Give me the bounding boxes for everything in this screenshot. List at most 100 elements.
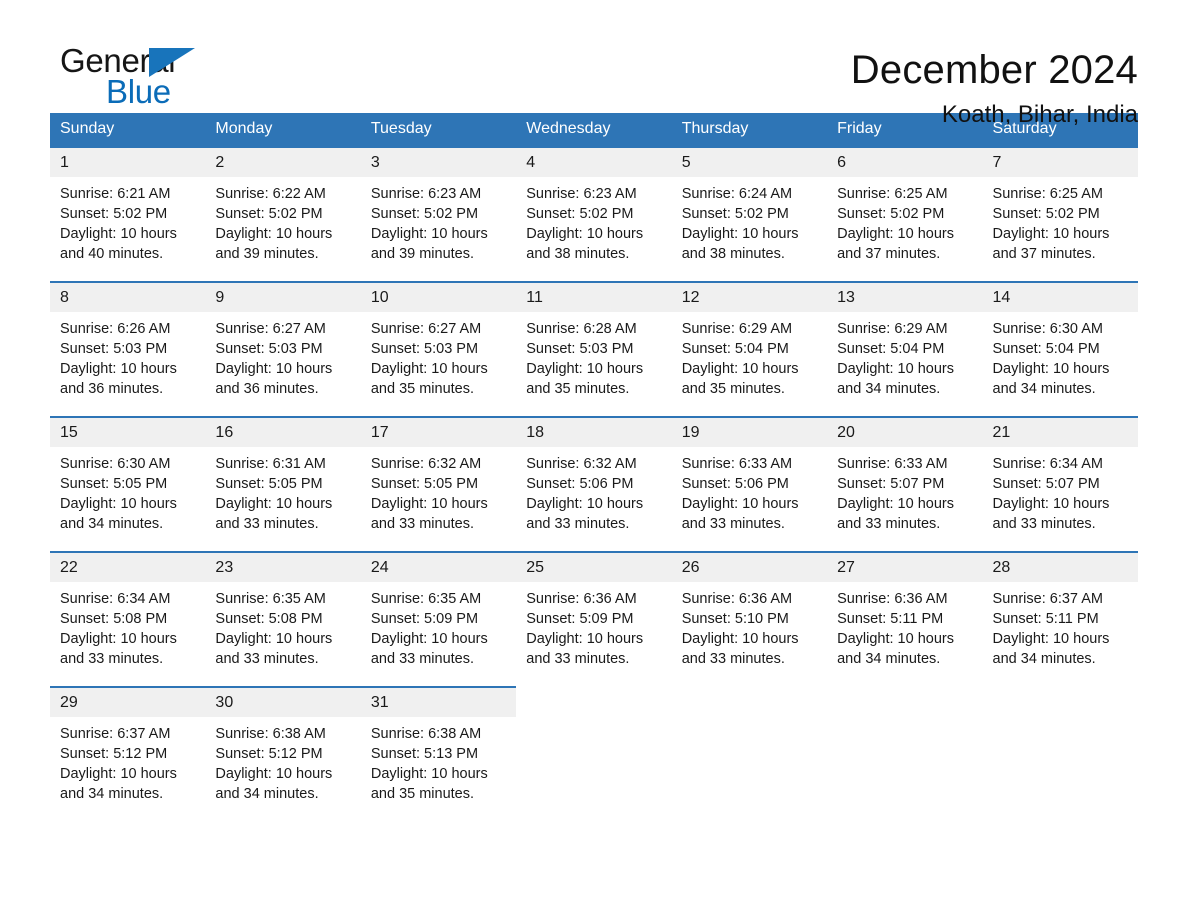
daylight-text: Daylight: 10 hours and 39 minutes. [370,226,488,262]
sunrise-text: Sunrise: 6:35 AM [215,591,326,607]
sunset-text: Sunset: 5:02 PM [60,206,168,222]
day-details: Sunrise: 6:33 AM Sunset: 5:06 PM Daylight:… [672,447,827,534]
daylight-text: Daylight: 10 hours and 38 minutes. [681,226,799,262]
sunrise-text: Sunrise: 6:29 AM [681,321,793,337]
calendar-day-cell[interactable]: 3 Sunrise: 6:23 AM Sunset: 5:02 PM Daylight… [360,146,517,282]
sunrise-text: Sunrise: 6:38 AM [215,726,326,742]
sunset-text: Sunset: 5:09 PM [370,611,479,627]
day-number: 18 [516,418,672,447]
calendar-day-cell[interactable]: 22 Sunrise: 6:34 AM Sunset: 5:08 PM Dayligh… [50,551,206,687]
calendar-day-cell[interactable]: 17 Sunrise: 6:32 AM Sunset: 5:05 PM Dayligh… [360,416,517,552]
sunset-text: Sunset: 5:04 PM [837,341,945,357]
general-blue-logo[interactable]: General Blue [50,44,240,124]
calendar-day-cell[interactable]: 15 Sunrise: 6:30 AM Sunset: 5:05 PM Dayligh… [50,416,206,552]
page-header: General Blue December 2024 Koath, Bihar,… [50,0,1138,129]
sunrise-text: Sunrise: 6:27 AM [215,321,326,337]
day-details: Sunrise: 6:23 AM Sunset: 5:02 PM Daylight:… [361,177,516,264]
daylight-text: Daylight: 10 hours and 34 minutes. [60,496,177,532]
calendar-day-cell[interactable]: 12 Sunrise: 6:29 AM Sunset: 5:04 PM Dayligh… [671,281,828,417]
calendar-day-cell-empty [516,687,672,821]
calendar-day-cell[interactable]: 10 Sunrise: 6:27 AM Sunset: 5:03 PM Dayligh… [360,281,517,417]
calendar-day-cell-empty [982,687,1138,821]
calendar-day-cell[interactable]: 11 Sunrise: 6:28 AM Sunset: 5:03 PM Dayligh… [516,281,672,417]
sunset-text: Sunset: 5:03 PM [526,341,634,357]
calendar-day-cell[interactable]: 14 Sunrise: 6:30 AM Sunset: 5:04 PM Dayligh… [982,281,1138,417]
sunset-text: Sunset: 5:13 PM [370,746,479,762]
calendar-day-cell[interactable]: 30 Sunrise: 6:38 AM Sunset: 5:12 PM Dayligh… [205,686,361,821]
daylight-text: Daylight: 10 hours and 37 minutes. [837,226,954,262]
calendar-day-cell[interactable]: 1 Sunrise: 6:21 AM Sunset: 5:02 PM Daylight… [50,146,206,282]
calendar-day-cell[interactable]: 20 Sunrise: 6:33 AM Sunset: 5:07 PM Dayligh… [827,416,983,552]
day-details: Sunrise: 6:22 AM Sunset: 5:02 PM Daylight:… [205,177,360,264]
triangle-flag-icon [149,48,195,77]
daylight-text: Daylight: 10 hours and 39 minutes. [215,226,333,262]
sunrise-text: Sunrise: 6:21 AM [60,186,171,202]
day-number: 22 [50,553,206,582]
day-details: Sunrise: 6:31 AM Sunset: 5:05 PM Daylight:… [205,447,360,534]
daylight-text: Daylight: 10 hours and 36 minutes. [215,361,333,397]
sunrise-text: Sunrise: 6:38 AM [370,726,482,742]
day-details: Sunrise: 6:21 AM Sunset: 5:02 PM Daylight:… [50,177,205,264]
day-number: 6 [827,148,983,177]
day-number: 3 [360,148,517,177]
daylight-text: Daylight: 10 hours and 33 minutes. [215,631,333,667]
day-details: Sunrise: 6:32 AM Sunset: 5:06 PM Daylight:… [516,447,671,534]
calendar-day-cell[interactable]: 29 Sunrise: 6:37 AM Sunset: 5:12 PM Dayligh… [50,686,206,821]
daylight-text: Daylight: 10 hours and 33 minutes. [681,631,799,667]
calendar-day-cell[interactable]: 16 Sunrise: 6:31 AM Sunset: 5:05 PM Dayligh… [205,416,361,552]
calendar-day-cell-empty [671,687,828,821]
calendar-day-cell[interactable]: 7 Sunrise: 6:25 AM Sunset: 5:02 PM Daylight… [982,146,1138,282]
weekday-header-tuesday: Tuesday [360,113,517,147]
calendar-day-cell[interactable]: 9 Sunrise: 6:27 AM Sunset: 5:03 PM Daylight… [205,281,361,417]
calendar-day-cell[interactable]: 13 Sunrise: 6:29 AM Sunset: 5:04 PM Dayligh… [827,281,983,417]
sunset-text: Sunset: 5:11 PM [837,611,944,627]
title-block: December 2024 Koath, Bihar, India [851,44,1138,132]
calendar-day-cell-empty [827,687,983,821]
sunrise-text: Sunrise: 6:27 AM [370,321,482,337]
daylight-text: Daylight: 10 hours and 34 minutes. [837,361,954,397]
calendar-day-cell[interactable]: 2 Sunrise: 6:22 AM Sunset: 5:02 PM Daylight… [205,146,361,282]
calendar-page: General Blue December 2024 Koath, Bihar,… [0,0,1188,918]
daylight-text: Daylight: 10 hours and 35 minutes. [370,361,488,397]
sunset-text: Sunset: 5:02 PM [992,206,1100,222]
sunset-text: Sunset: 5:08 PM [60,611,168,627]
calendar-table: Sunday Monday Tuesday Wednesday Thursday… [50,113,1138,821]
calendar-day-cell[interactable]: 18 Sunrise: 6:32 AM Sunset: 5:06 PM Dayligh… [516,416,672,552]
sunrise-text: Sunrise: 6:35 AM [370,591,482,607]
sunrise-text: Sunrise: 6:28 AM [526,321,637,337]
calendar-day-cell[interactable]: 23 Sunrise: 6:35 AM Sunset: 5:08 PM Dayligh… [205,551,361,687]
calendar-day-cell[interactable]: 31 Sunrise: 6:38 AM Sunset: 5:13 PM Dayligh… [360,686,517,821]
page-title: December 2024 [850,48,1138,92]
day-details: Sunrise: 6:26 AM Sunset: 5:03 PM Daylight:… [50,312,205,399]
sunset-text: Sunset: 5:04 PM [681,341,789,357]
calendar-day-cell[interactable]: 24 Sunrise: 6:35 AM Sunset: 5:09 PM Dayligh… [360,551,517,687]
calendar-day-cell[interactable]: 4 Sunrise: 6:23 AM Sunset: 5:02 PM Daylight… [516,146,672,282]
sunrise-text: Sunrise: 6:30 AM [60,456,171,472]
calendar-week-row: 22 Sunrise: 6:34 AM Sunset: 5:08 PM Dayligh… [50,551,1138,687]
calendar-day-cell[interactable]: 25 Sunrise: 6:36 AM Sunset: 5:09 PM Dayligh… [516,551,672,687]
calendar-day-cell[interactable]: 5 Sunrise: 6:24 AM Sunset: 5:02 PM Daylight… [671,146,828,282]
calendar-day-cell[interactable]: 27 Sunrise: 6:36 AM Sunset: 5:11 PM Dayligh… [827,551,983,687]
daylight-text: Daylight: 10 hours and 34 minutes. [837,631,954,667]
calendar-day-cell[interactable]: 26 Sunrise: 6:36 AM Sunset: 5:10 PM Dayligh… [671,551,828,687]
day-details: Sunrise: 6:34 AM Sunset: 5:07 PM Daylight:… [983,447,1138,534]
calendar-day-cell[interactable]: 6 Sunrise: 6:25 AM Sunset: 5:02 PM Daylight… [827,146,983,282]
day-number: 20 [827,418,983,447]
calendar-day-cell[interactable]: 19 Sunrise: 6:33 AM Sunset: 5:06 PM Dayligh… [671,416,828,552]
daylight-text: Daylight: 10 hours and 33 minutes. [526,631,644,667]
day-number: 11 [516,283,672,312]
sunrise-text: Sunrise: 6:36 AM [526,591,637,607]
calendar-day-cell[interactable]: 21 Sunrise: 6:34 AM Sunset: 5:07 PM Dayligh… [982,416,1138,552]
day-details: Sunrise: 6:30 AM Sunset: 5:05 PM Daylight:… [50,447,205,534]
sunrise-text: Sunrise: 6:32 AM [370,456,482,472]
day-number: 12 [671,283,828,312]
calendar-body: 1 Sunrise: 6:21 AM Sunset: 5:02 PM Daylight… [50,146,1138,821]
day-details: Sunrise: 6:34 AM Sunset: 5:08 PM Daylight:… [50,582,205,669]
day-details: Sunrise: 6:38 AM Sunset: 5:12 PM Daylight:… [205,717,360,804]
calendar-day-cell[interactable]: 28 Sunrise: 6:37 AM Sunset: 5:11 PM Dayligh… [982,551,1138,687]
day-number: 10 [360,283,517,312]
day-details: Sunrise: 6:24 AM Sunset: 5:02 PM Daylight:… [672,177,827,264]
sunrise-text: Sunrise: 6:32 AM [526,456,637,472]
daylight-text: Daylight: 10 hours and 38 minutes. [526,226,644,262]
calendar-day-cell[interactable]: 8 Sunrise: 6:26 AM Sunset: 5:03 PM Daylight… [50,281,206,417]
